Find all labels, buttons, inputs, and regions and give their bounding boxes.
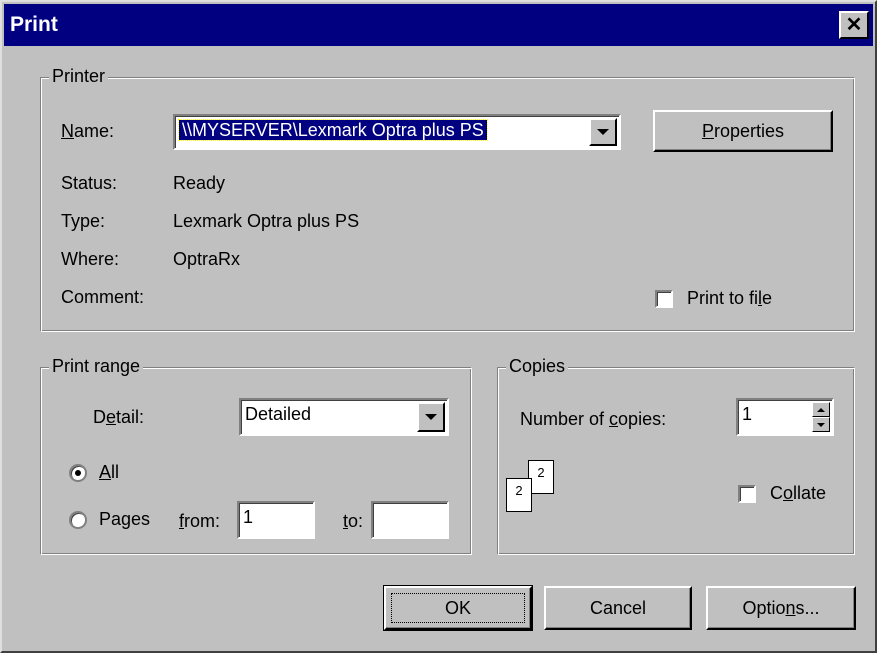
- chevron-down-icon: [425, 414, 437, 420]
- collate-checkbox[interactable]: [738, 485, 756, 503]
- detail-label: Detail:: [93, 407, 145, 427]
- status-label: Status:: [61, 173, 118, 193]
- type-label: Type:: [61, 211, 106, 231]
- comment-label: Comment:: [61, 287, 145, 307]
- ok-label: OK: [444, 597, 471, 618]
- where-label: Where:: [61, 249, 120, 269]
- pages-radio[interactable]: [69, 511, 87, 529]
- arrow-up-icon: [817, 407, 825, 412]
- print-range-group: Print range Detail: Detailed All Pages f…: [40, 356, 472, 555]
- options-button[interactable]: Options...: [706, 586, 856, 630]
- printer-group: Printer Name: \\MYSERVER\Lexmark Optra p…: [40, 66, 855, 332]
- arrow-down-icon: [817, 422, 825, 427]
- cancel-button[interactable]: Cancel: [544, 586, 692, 630]
- printer-name-dropdown-button[interactable]: [589, 118, 617, 146]
- close-icon: ✕: [845, 14, 863, 36]
- chevron-down-icon: [597, 129, 609, 135]
- printer-name-combo[interactable]: \\MYSERVER\Lexmark Optra plus PS: [173, 114, 621, 150]
- status-value: Ready: [173, 173, 226, 193]
- print-to-file-label[interactable]: Print to file: [687, 288, 772, 309]
- collate-illustration-icon: 2 2: [502, 456, 562, 516]
- close-button[interactable]: ✕: [839, 11, 869, 39]
- properties-label: Properties: [701, 120, 785, 141]
- cancel-label: Cancel: [589, 597, 647, 618]
- all-radio[interactable]: [69, 464, 87, 482]
- detail-combo[interactable]: Detailed: [239, 398, 449, 436]
- window-title: Print: [10, 13, 58, 36]
- ok-button[interactable]: OK: [383, 585, 533, 631]
- detail-dropdown-button[interactable]: [417, 402, 445, 432]
- options-label: Options...: [742, 597, 820, 618]
- copies-spinner[interactable]: [812, 402, 830, 432]
- number-of-copies-label: Number of copies:: [520, 409, 667, 429]
- to-input[interactable]: [371, 501, 449, 539]
- type-value: Lexmark Optra plus PS: [173, 211, 360, 231]
- copies-group: Copies Number of copies: 1 2 2 Collate: [497, 356, 855, 555]
- number-of-copies-input[interactable]: 1: [736, 398, 834, 436]
- from-input[interactable]: 1: [237, 501, 315, 539]
- pages-label[interactable]: Pages: [99, 509, 150, 530]
- from-label: from:: [179, 511, 221, 531]
- title-bar[interactable]: Print ✕: [4, 4, 873, 46]
- collate-label[interactable]: Collate: [770, 483, 826, 504]
- printer-name-value: \\MYSERVER\Lexmark Optra plus PS: [178, 119, 488, 141]
- spin-down-button[interactable]: [812, 417, 830, 432]
- where-value: OptraRx: [173, 249, 241, 269]
- page-icon-front: 2: [506, 478, 532, 512]
- name-label: Name:: [61, 121, 115, 141]
- print-dialog: Print ✕ Printer Name: \\MYSERVER\Lexmark…: [0, 0, 877, 653]
- spin-up-button[interactable]: [812, 402, 830, 417]
- properties-button[interactable]: Properties: [653, 110, 833, 152]
- to-label: to:: [343, 511, 364, 531]
- print-range-group-label: Print range: [49, 356, 144, 377]
- all-label[interactable]: All: [99, 462, 119, 483]
- detail-value: Detailed: [245, 404, 312, 424]
- print-to-file-checkbox[interactable]: [655, 290, 673, 308]
- copies-group-label: Copies: [506, 356, 569, 377]
- printer-group-label: Printer: [49, 66, 109, 87]
